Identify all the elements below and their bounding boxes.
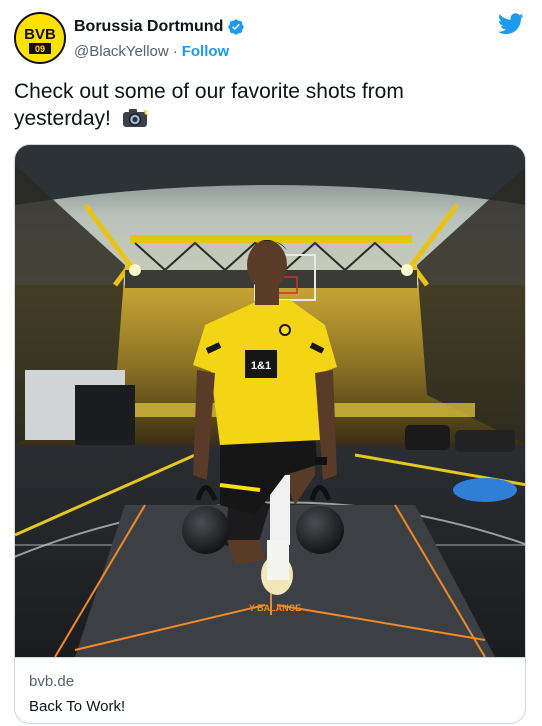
svg-text:09: 09	[35, 44, 45, 54]
tweet-body: Check out some of our favorite shots fro…	[14, 80, 404, 130]
display-name[interactable]: Borussia Dortmund	[74, 18, 223, 36]
link-card[interactable]: Y BALANCE 1&1 bvb.de Back To Work!	[14, 144, 526, 724]
twitter-bird-icon[interactable]	[498, 12, 524, 36]
floor-label: Y BALANCE	[249, 603, 301, 613]
link-card-domain: bvb.de	[29, 673, 75, 690]
svg-text:BVB: BVB	[24, 26, 56, 43]
follow-button[interactable]: Follow	[182, 43, 230, 60]
verified-badge-icon	[228, 19, 245, 35]
bvb-logo-icon: BVB 09	[17, 15, 63, 61]
separator-dot: ·	[172, 42, 178, 60]
avatar[interactable]: BVB 09	[14, 12, 66, 64]
jersey-sponsor: 1&1	[251, 360, 271, 372]
handle[interactable]: @BlackYellow	[74, 43, 169, 60]
author-names: Borussia Dortmund @BlackYellow · Follow	[74, 16, 245, 62]
camera-flash-emoji-icon	[122, 107, 149, 127]
link-card-footer[interactable]: bvb.de Back To Work!	[15, 657, 525, 723]
link-card-title: Back To Work!	[29, 698, 126, 715]
tweet-header: BVB 09 Borussia Dortmund @BlackYellow · …	[14, 12, 528, 64]
tweet-photo[interactable]: Y BALANCE 1&1	[15, 145, 526, 657]
tweet-text: Check out some of our favorite shots fro…	[14, 78, 494, 132]
